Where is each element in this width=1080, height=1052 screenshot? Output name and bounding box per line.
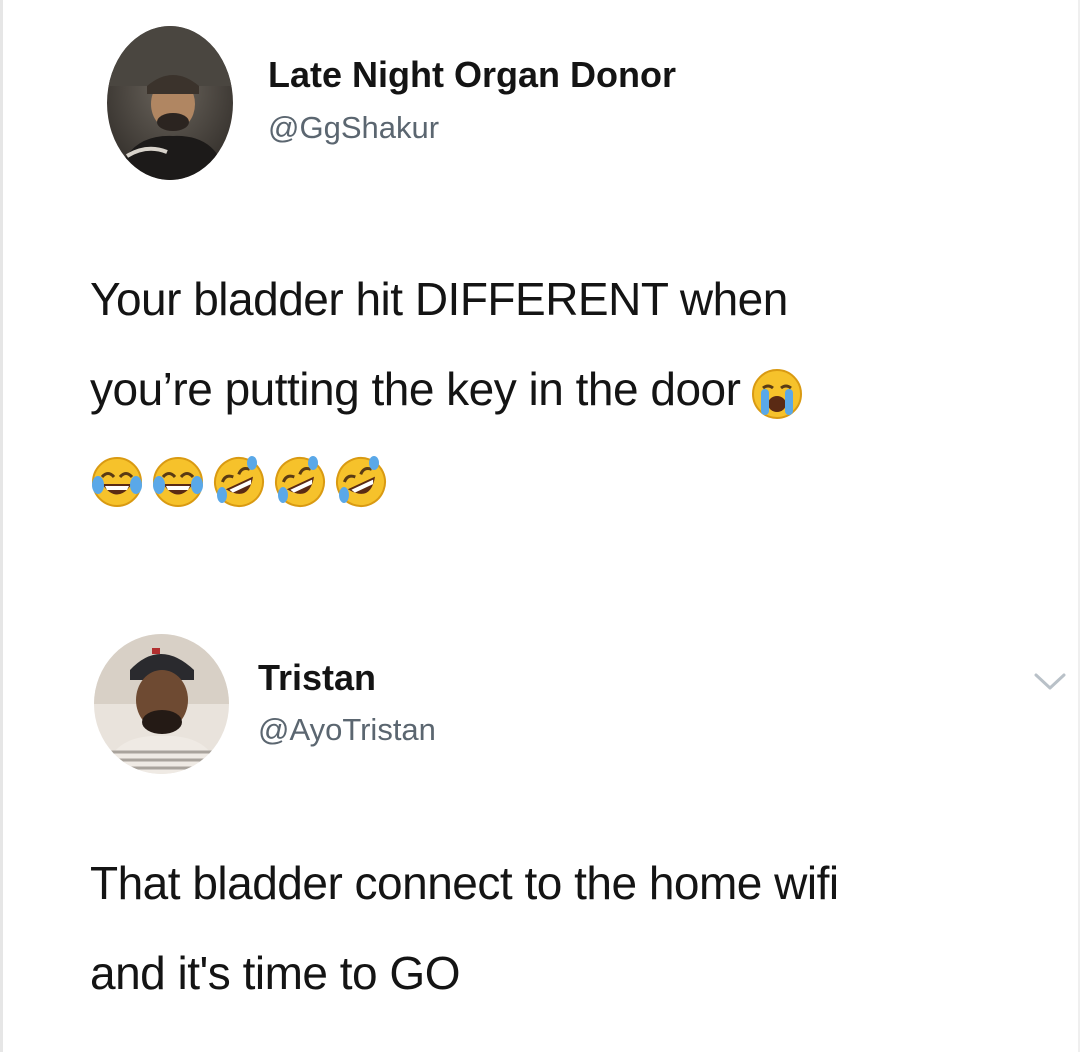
reply-author-handle[interactable]: @AyoTristan bbox=[258, 712, 436, 748]
reply-avatar[interactable] bbox=[94, 634, 229, 774]
rolling-on-the-floor-laughing-icon bbox=[334, 455, 388, 509]
avatar-photo bbox=[94, 634, 229, 774]
chevron-down-icon[interactable] bbox=[1030, 666, 1070, 696]
author-handle[interactable]: @GgShakur bbox=[268, 110, 439, 146]
author-display-name[interactable]: Late Night Organ Donor bbox=[268, 55, 676, 95]
screenshot-frame: Late Night Organ Donor @GgShakur Your bl… bbox=[0, 0, 1080, 1052]
face-with-tears-of-joy-icon bbox=[90, 455, 144, 509]
rolling-on-the-floor-laughing-icon bbox=[212, 455, 266, 509]
reply-line: That bladder connect to the home wifi bbox=[90, 857, 839, 909]
reply-line: and it's time to GO bbox=[90, 947, 460, 999]
tweet-body: Your bladder hit DIFFERENT when you’re p… bbox=[90, 254, 1050, 434]
tweet-line: you’re putting the key in the door bbox=[90, 363, 741, 415]
face-with-tears-of-joy-icon bbox=[151, 455, 205, 509]
reply-author-display-name[interactable]: Tristan bbox=[258, 658, 376, 698]
rolling-on-the-floor-laughing-icon bbox=[273, 455, 327, 509]
left-border bbox=[0, 0, 3, 1052]
tweet-line: Your bladder hit DIFFERENT when bbox=[90, 273, 788, 325]
avatar-photo bbox=[107, 26, 233, 180]
reply-body: That bladder connect to the home wifi an… bbox=[90, 838, 1060, 1018]
tweet-line-with-emoji: you’re putting the key in the door bbox=[90, 344, 1050, 434]
avatar[interactable] bbox=[107, 26, 233, 180]
emoji-row bbox=[90, 455, 395, 515]
loudly-crying-face-icon bbox=[750, 360, 804, 419]
